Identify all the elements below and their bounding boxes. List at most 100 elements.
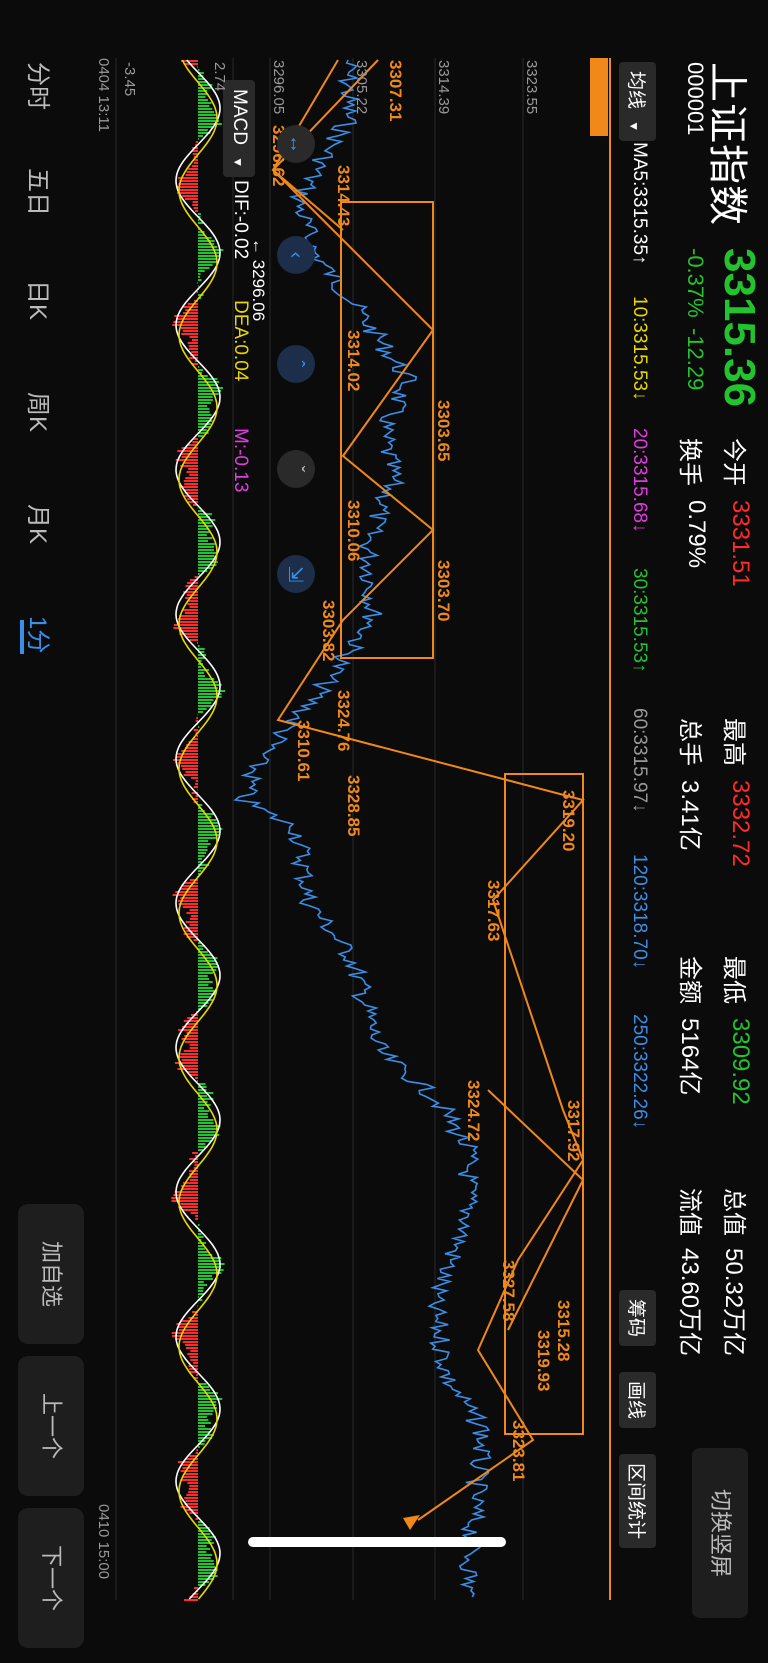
macd-bar [198,996,212,998]
macd-bar [198,102,212,104]
tab-daily-k[interactable]: 日K [23,280,58,320]
macd-bar [191,165,198,167]
macd-bar [198,1251,208,1253]
macd-bar [195,1215,198,1217]
macd-bar [184,612,198,614]
macd-bar [188,345,198,347]
macd-bar [184,483,198,485]
macd-bar [196,735,198,737]
tab-monthly-k[interactable]: 月K [23,504,58,544]
macd-bar [180,1479,198,1481]
macd-bar [198,1542,214,1544]
macd-bar [198,417,213,419]
macd-bar [188,168,198,170]
macd-bar [184,198,198,200]
macd-bar [193,729,198,731]
macd-bar [198,1275,213,1277]
tab-intraday[interactable]: 分时 [23,62,58,110]
macd-bar [178,183,198,185]
macd-bar [185,921,198,923]
macd-bar [177,753,198,755]
macd-bar [197,1425,206,1427]
macd-bar [197,1284,208,1286]
macd-bar [181,333,198,335]
macd-bar [191,351,198,353]
macd-bar [197,531,210,533]
macd-bar [177,1461,198,1463]
macd-bar [197,849,208,851]
macd-bar [197,1224,200,1226]
macd-bar [198,369,204,371]
macd-bar [198,258,218,260]
macd-bar [198,240,215,242]
macd-bar [173,627,198,629]
macd-bar [183,1473,198,1475]
next-stock-button[interactable]: 下一个 [18,1508,84,1648]
macd-bar [197,399,213,401]
macd-bar [198,1410,214,1412]
macd-bar [195,1518,198,1520]
macd-bar [198,705,213,707]
macd-bar [197,99,209,101]
macd-bar [197,1233,202,1235]
macd-bar [193,1161,198,1163]
macd-bar [196,1374,198,1376]
macd-bar [182,1476,198,1478]
tab-active-underline [20,620,24,654]
macd-bar [198,1128,219,1130]
macd-bar [177,762,198,764]
macd-bar [198,843,211,845]
macd-bar [185,477,198,479]
macd-histogram [171,60,226,1601]
macd-bar [197,264,213,266]
macd-bar [184,462,198,464]
macd-bar [197,708,207,710]
tab-one-minute[interactable]: 1分 [23,616,58,653]
macd-bar [198,975,208,977]
macd-bar [197,1416,207,1418]
macd-bar [197,114,217,116]
tab-one-minute-label: 1分 [24,616,51,654]
macd-bar [197,393,219,395]
macd-bar [189,924,198,926]
macd-bar [180,327,198,329]
macd-bar [197,840,209,842]
macd-bar [198,1428,212,1430]
macd-bar [198,1248,205,1250]
macd-bar [197,111,215,113]
macd-bar [197,246,218,248]
macd-bar [198,69,200,71]
macd-bar [197,534,207,536]
macd-bar [182,330,198,332]
macd-bar [179,180,198,182]
macd-bar [197,1419,209,1421]
macd-bar [197,285,199,287]
macd-bar [185,1344,198,1346]
macd-bar [198,402,211,404]
add-watchlist-button[interactable]: 加自选 [18,1204,84,1344]
macd-bar [198,684,222,686]
tab-five-day[interactable]: 五日 [23,168,58,216]
macd-bar [189,1047,198,1049]
macd-bar [191,339,198,341]
macd-bar [198,414,212,416]
macd-bar [198,126,214,128]
macd-bar [195,1077,198,1079]
macd-bar [192,441,198,443]
macd-bar [189,918,198,920]
prev-stock-button[interactable]: 上一个 [18,1356,84,1496]
macd-bar [197,1101,208,1103]
macd-bar [198,690,226,692]
macd-bar [197,1104,211,1106]
macd-bar [198,1566,215,1568]
macd-chart[interactable] [0,0,768,1663]
macd-bar [198,666,202,668]
tab-weekly-k[interactable]: 周K [23,392,58,432]
macd-bar [197,555,215,557]
macd-bar [176,756,198,758]
macd-bar [182,768,198,770]
macd-bar [183,1050,198,1052]
macd-bar [197,546,214,548]
macd-bar [198,135,203,137]
macd-bar [198,108,213,110]
